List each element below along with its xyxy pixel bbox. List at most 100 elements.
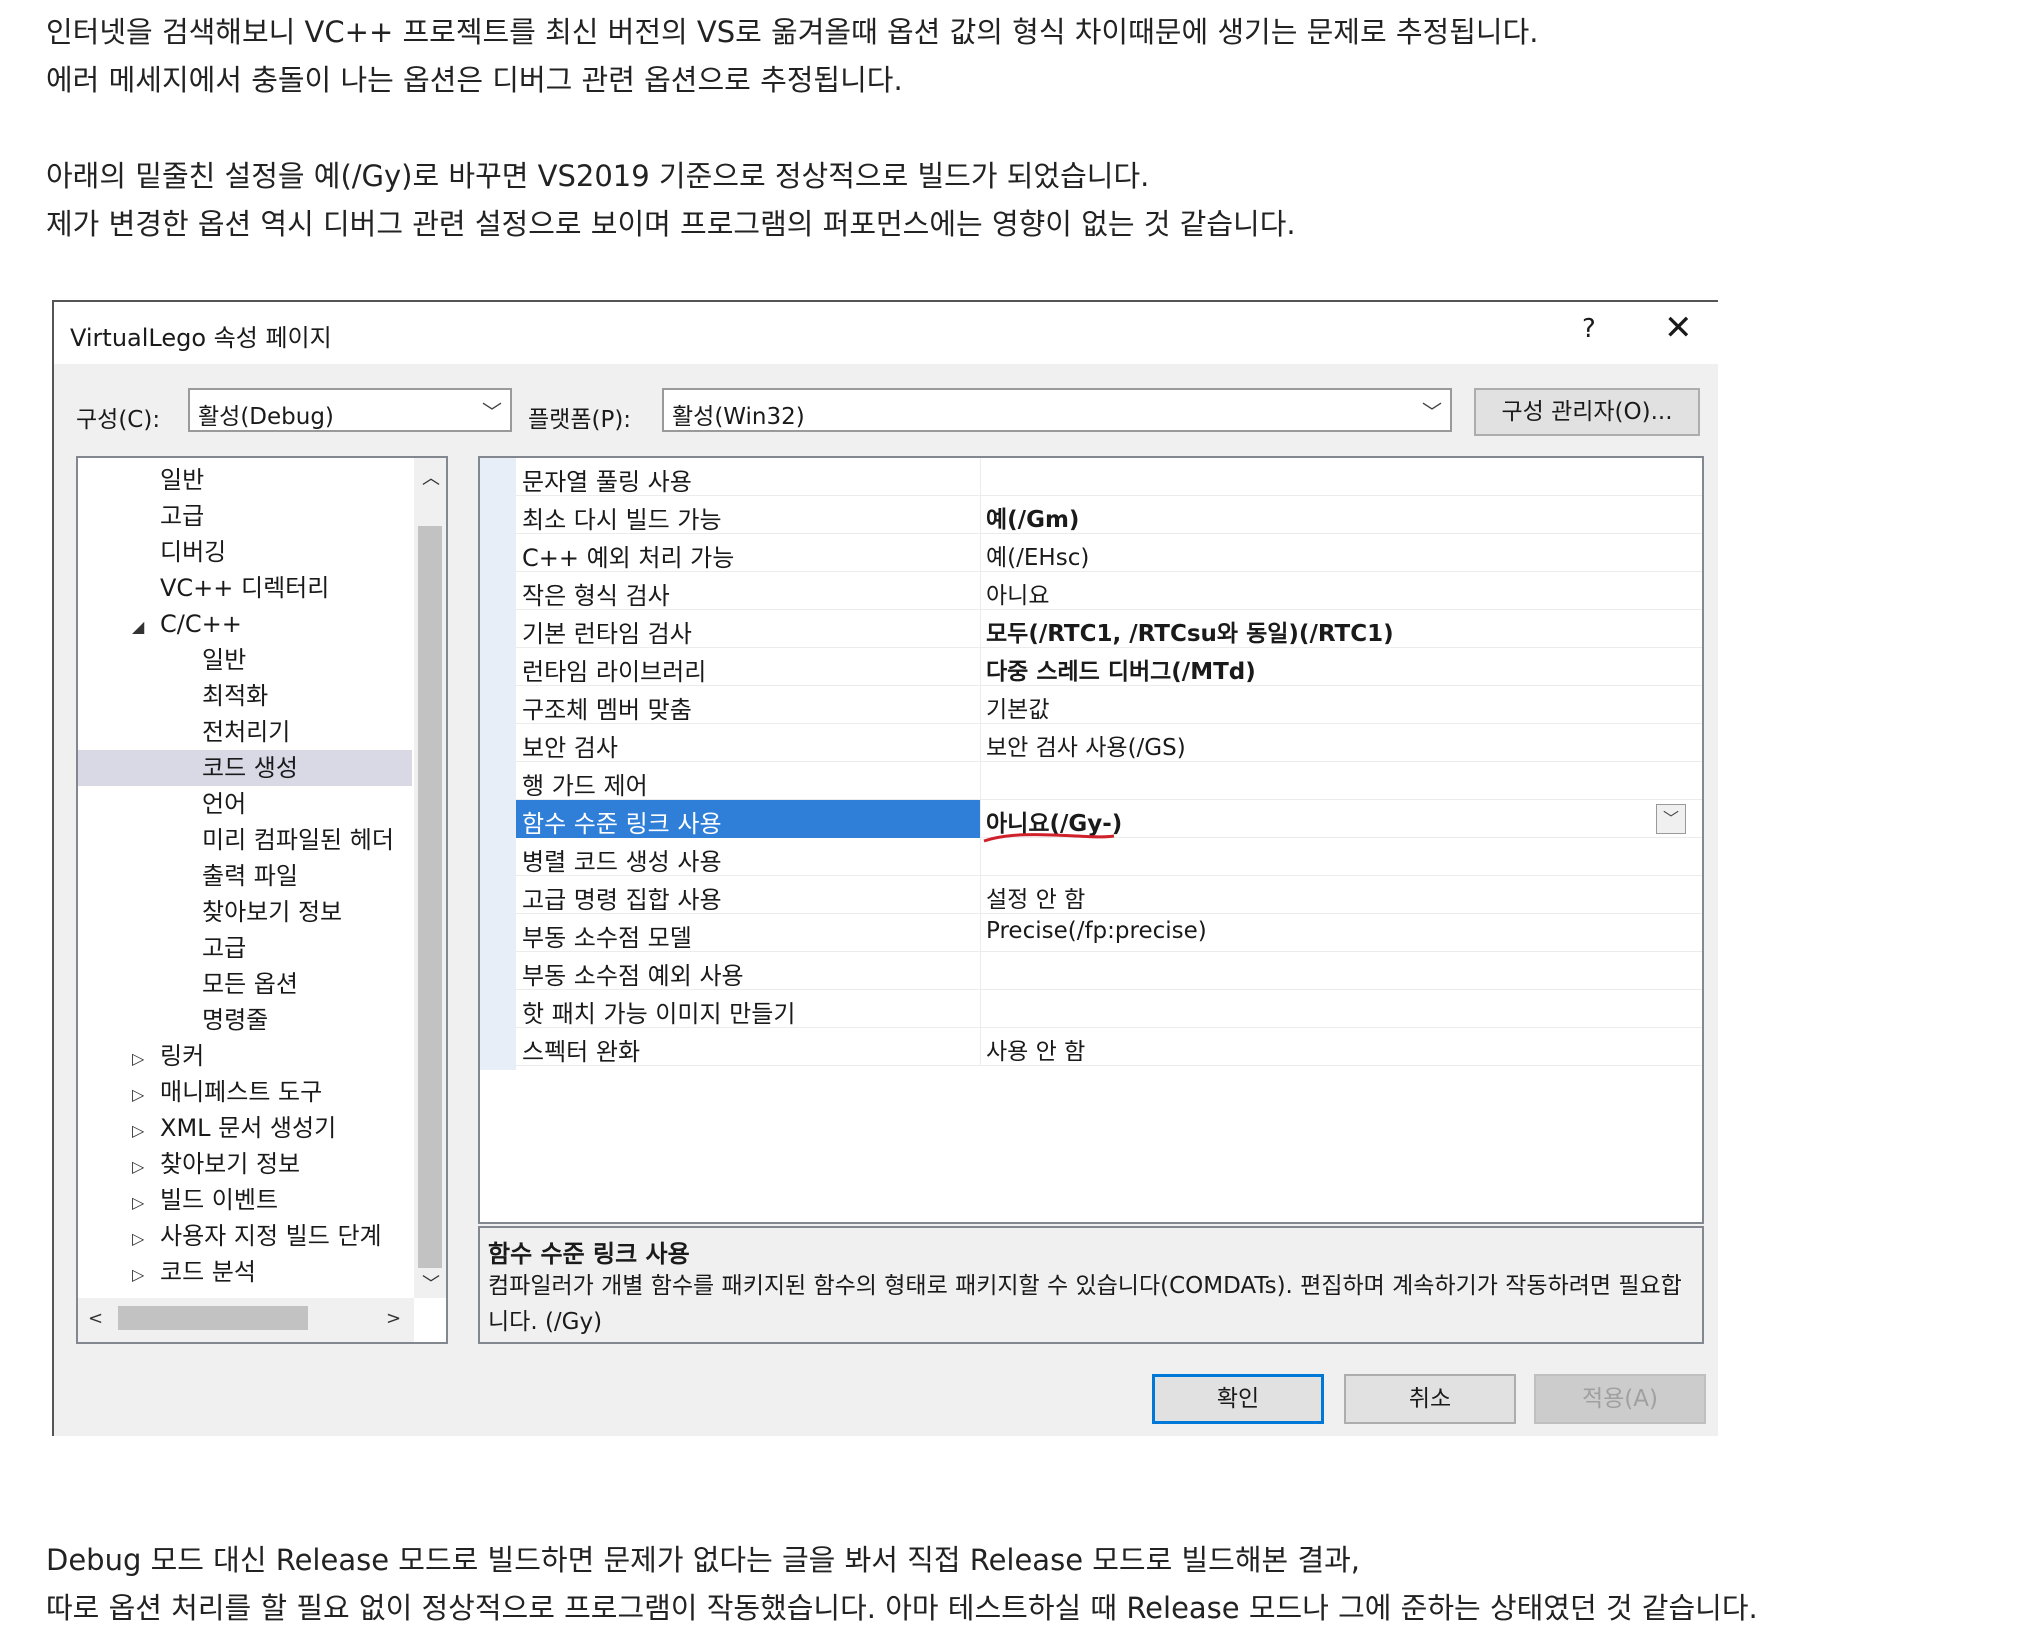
tree-item[interactable]: VC++ 디렉터리 [160,570,329,606]
collapse-arrow-icon[interactable]: ◢ [132,609,160,645]
tree-item[interactable]: 일반 [160,462,204,498]
property-row[interactable]: 고급 명령 집합 사용 설정 안 함 [516,876,1702,914]
tree-item-label: 명령줄 [202,1006,269,1034]
column-divider [980,838,981,876]
expand-arrow-icon[interactable]: ▷ [132,1113,160,1149]
tree-item-label: 모든 옵션 [202,970,298,998]
expand-arrow-icon[interactable]: ▷ [132,1149,160,1185]
scroll-right-icon[interactable]: > [386,1308,401,1329]
config-manager-button[interactable]: 구성 관리자(O)... [1474,388,1700,436]
property-row[interactable]: 작은 형식 검사 아니요 [516,572,1702,610]
property-row[interactable]: 병렬 코드 생성 사용 [516,838,1702,876]
cancel-button[interactable]: 취소 [1344,1374,1516,1424]
tree-item[interactable]: 모든 옵션 [202,966,298,1002]
tree-item[interactable]: 출력 파일 [202,858,298,894]
column-divider [980,496,981,534]
tree-horizontal-scrollbar[interactable]: < > [78,1298,414,1342]
description-title: 함수 수준 링크 사용 [488,1240,690,1268]
chevron-down-icon[interactable]: ﹀ [1656,804,1686,834]
column-divider [980,762,981,800]
tree-item-label: 찾아보기 정보 [160,1150,301,1178]
tree-item[interactable]: ▷ 사용자 지정 빌드 단계 [132,1218,382,1254]
expand-arrow-icon[interactable]: ▷ [132,1221,160,1257]
property-row[interactable]: 런타임 라이브러리 다중 스레드 디버그(/MTd) [516,648,1702,686]
tree-item[interactable]: 전처리기 [202,714,290,750]
tree-item-label: 링커 [160,1042,205,1070]
tree-item[interactable]: 고급 [202,930,246,966]
tree-item[interactable]: ▷ 코드 분석 [132,1254,256,1290]
platform-value: 활성(Win32) [672,404,805,430]
tree-vertical-thumb[interactable] [418,526,442,1268]
expand-arrow-icon[interactable]: ▷ [132,1185,160,1221]
expand-arrow-icon[interactable]: ▷ [132,1041,160,1077]
tree-item[interactable]: ▷ 매니페스트 도구 [132,1074,322,1110]
property-value: 보안 검사 사용(/GS) [986,735,1186,761]
expand-arrow-icon[interactable]: ▷ [132,1257,160,1293]
tree-item[interactable]: 언어 [202,786,246,822]
tree-item[interactable]: 명령줄 [202,1002,268,1038]
config-value: 활성(Debug) [198,404,334,430]
column-divider [980,458,981,496]
property-row[interactable]: 함수 수준 링크 사용 아니요(/Gy-) ﹀ [516,800,1702,843]
property-name: 문자열 풀링 사용 [522,468,692,496]
column-divider [980,534,981,572]
tree-item[interactable]: ▷ 빌드 이벤트 [132,1182,278,1218]
tree-item-label: 코드 생성 [202,754,298,782]
tree-item[interactable]: ▷ 찾아보기 정보 [132,1146,300,1182]
column-divider [980,686,981,724]
property-name: 함수 수준 링크 사용 [522,810,722,838]
property-row[interactable]: 최소 다시 빌드 가능 예(/Gm) [516,496,1702,534]
tree-vertical-scrollbar[interactable]: ︿ ﹀ [414,458,446,1298]
change-line: 아래의 밑줄친 설정을 예(/Gy)로 바꾸면 VS2019 기준으로 정상적으… [46,159,1150,193]
column-divider [980,952,981,990]
property-name: 부동 소수점 모델 [522,924,692,952]
property-name: 최소 다시 빌드 가능 [522,506,722,534]
property-row[interactable]: 구조체 멤버 맞춤 기본값 [516,686,1702,724]
tree-item-label: XML 문서 생성기 [160,1114,337,1142]
help-icon[interactable]: ? [1582,314,1596,344]
column-divider [980,990,981,1028]
expand-arrow-icon[interactable]: ▷ [132,1077,160,1113]
scroll-left-icon[interactable]: < [88,1308,103,1329]
property-name: 기본 런타임 검사 [522,620,692,648]
scroll-up-icon[interactable]: ︿ [422,464,440,490]
tree-item[interactable]: 최적화 [202,678,268,714]
change-line: 제가 변경한 옵션 역시 디버그 관련 설정으로 보이며 프로그램의 퍼포먼스에… [46,207,1296,241]
tree-item[interactable]: ▷ XML 문서 생성기 [132,1110,336,1146]
tree-item[interactable]: 미리 컴파일된 헤더 [202,822,394,858]
property-row[interactable]: 부동 소수점 모델 Precise(/fp:precise) [516,914,1702,952]
dialog-title: VirtualLego 속성 페이지 [70,324,332,352]
config-select[interactable]: 활성(Debug) ﹀ [188,388,512,432]
tree-item[interactable]: ◢ C/C++ [132,606,242,642]
property-value: 예(/EHsc) [986,545,1090,571]
property-row[interactable]: 스펙터 완화 사용 안 함 [516,1028,1702,1066]
chevron-down-icon: ﹀ [482,400,502,424]
tree-item[interactable]: ▷ 링커 [132,1038,204,1074]
category-tree[interactable]: 일반 고급 디버깅 VC++ 디렉터리 ◢ C/C++ 일반 최적화 전처리기 코드 생성 언어 미리… [76,456,448,1344]
tree-item-label: 전처리기 [202,718,291,746]
tree-item[interactable]: 디버깅 [160,534,226,570]
tree-item[interactable]: 찾아보기 정보 [202,894,342,930]
property-value: 아니요 [986,583,1050,609]
property-grid: 문자열 풀링 사용 최소 다시 빌드 가능 예(/Gm) C++ 예외 처리 가능 예(… [478,456,1704,1224]
property-row[interactable]: 기본 런타임 검사 모두(/RTC1, /RTCsu와 동일)(/RTC1) [516,610,1702,648]
scroll-down-icon[interactable]: ﹀ [422,1270,440,1296]
column-divider [980,914,981,952]
intro-line: 인터넷을 검색해보니 VC++ 프로젝트를 최신 버전의 VS로 옮겨올때 옵션… [46,15,1539,49]
column-divider [980,610,981,648]
property-row[interactable]: 행 가드 제어 [516,762,1702,800]
property-row[interactable]: 보안 검사 보안 검사 사용(/GS) [516,724,1702,762]
property-row[interactable]: 핫 패치 가능 이미지 만들기 [516,990,1702,1028]
close-icon[interactable]: ✕ [1664,308,1693,348]
property-row[interactable]: 문자열 풀링 사용 [516,458,1702,496]
tree-item[interactable]: 코드 생성 [78,750,412,786]
tree-item[interactable]: 일반 [202,642,246,678]
tree-horizontal-thumb[interactable] [118,1306,308,1330]
property-row[interactable]: C++ 예외 처리 가능 예(/EHsc) [516,534,1702,572]
tree-item[interactable]: 고급 [160,498,204,534]
ok-button[interactable]: 확인 [1152,1374,1324,1424]
property-row[interactable]: 부동 소수점 예외 사용 [516,952,1702,990]
apply-button[interactable]: 적용(A) [1534,1374,1706,1424]
platform-select[interactable]: 활성(Win32) ﹀ [662,388,1452,432]
tree-item-label: 언어 [202,790,247,818]
